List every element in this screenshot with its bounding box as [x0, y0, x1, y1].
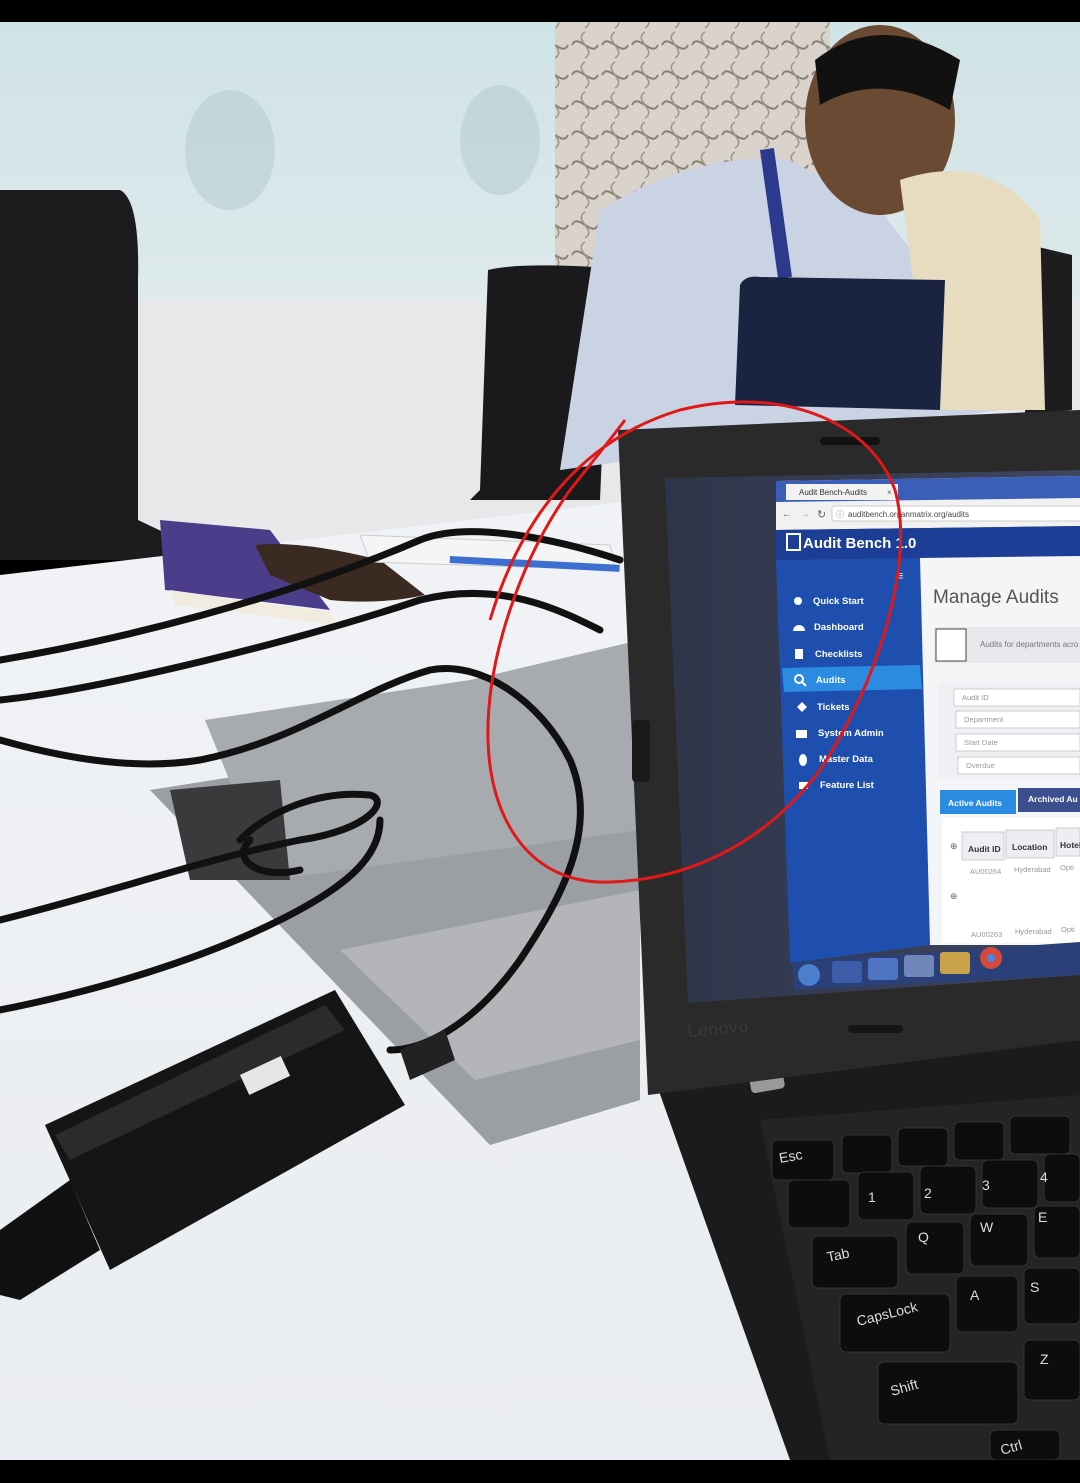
- sidebar-item-label: Quick Start: [813, 596, 865, 607]
- database-icon: [799, 754, 807, 766]
- sidebar-item-label: Checklists: [815, 649, 863, 660]
- sidebar-item-label: Tickets: [817, 702, 850, 713]
- key-4[interactable]: [1043, 1153, 1080, 1203]
- key-w[interactable]: [969, 1213, 1029, 1267]
- photo-scene: Esc Tab CapsLock Shift Ctrl Q W E A S Z …: [0, 0, 1080, 1483]
- key-q[interactable]: [905, 1221, 965, 1275]
- key-4-label: 4: [1040, 1169, 1048, 1185]
- table-cell: Opti: [1061, 925, 1075, 934]
- key-w-label: W: [980, 1219, 994, 1235]
- sidebar-item-label: Dashboard: [814, 622, 864, 633]
- reload-icon[interactable]: ↻: [817, 509, 826, 521]
- key-a[interactable]: [955, 1275, 1019, 1333]
- row-expand-icon[interactable]: ⊕: [950, 841, 958, 851]
- overdue-filter-placeholder: Overdue: [966, 761, 995, 770]
- table-cell: Hyderabad: [1014, 865, 1051, 874]
- key-z[interactable]: [1023, 1339, 1080, 1401]
- table-cell: AU00263: [971, 930, 1002, 939]
- outlook-icon[interactable]: [832, 961, 862, 983]
- key-s-label: S: [1030, 1279, 1039, 1295]
- start-date-filter-placeholder: Start Date: [964, 738, 998, 747]
- table-cell: AU00264: [970, 867, 1001, 876]
- sidebar-item-audits[interactable]: Audits: [782, 665, 922, 692]
- folder-icon[interactable]: [904, 955, 934, 977]
- key-1[interactable]: [857, 1171, 915, 1221]
- key-s[interactable]: [1023, 1267, 1080, 1325]
- department-filter-placeholder: Department: [964, 715, 1004, 724]
- row-expand-icon[interactable]: ⊕: [950, 891, 958, 901]
- browser-tab-title: Audit Bench-Audits: [799, 488, 867, 497]
- page-title: Manage Audits: [933, 587, 1059, 608]
- key-3[interactable]: [981, 1159, 1039, 1209]
- webcam: [820, 437, 880, 445]
- key-e-label: E: [1038, 1209, 1047, 1225]
- explorer-icon[interactable]: [940, 952, 970, 974]
- admin-icon: [796, 730, 807, 738]
- sidebar-item-label: System Admin: [818, 728, 884, 739]
- key-tab[interactable]: [811, 1235, 899, 1289]
- address-bar-url: auditbench.organmatrix.org/audits: [848, 510, 969, 519]
- info-icon: ⓘ: [836, 510, 844, 519]
- laptop-screen: Audit Bench-Audits × ← → ↻ ⓘ auditbench.…: [665, 470, 1080, 1003]
- key-1-label: 1: [868, 1189, 876, 1205]
- tab-archived-audits-label: Archived Au: [1028, 794, 1078, 804]
- table-header-audit-id: Audit ID: [968, 844, 1001, 854]
- tab-active-audits-label: Active Audits: [948, 798, 1002, 808]
- key-q-label: Q: [918, 1229, 929, 1245]
- audit-id-filter-placeholder: Audit ID: [962, 693, 989, 702]
- table-cell: Hyderabad: [1015, 927, 1052, 936]
- background-laptop: [735, 276, 945, 410]
- plus-circle-icon: [794, 597, 802, 605]
- back-icon[interactable]: ←: [782, 509, 792, 520]
- skype-icon[interactable]: [868, 958, 898, 980]
- key-z-label: Z: [1040, 1351, 1049, 1367]
- key-3-label: 3: [982, 1177, 990, 1193]
- sidebar-item-label: Feature List: [820, 780, 875, 791]
- key-2-label: 2: [924, 1185, 932, 1201]
- table-cell: Opti: [1060, 863, 1074, 872]
- table-header-location: Location: [1012, 842, 1047, 852]
- forward-icon[interactable]: →: [800, 509, 810, 520]
- key-a-label: A: [970, 1287, 980, 1303]
- start-button-icon[interactable]: [798, 964, 820, 986]
- sidebar-item-label: Audits: [816, 675, 846, 686]
- document-icon: [935, 628, 967, 662]
- tab-close-icon[interactable]: ×: [887, 488, 892, 497]
- clipboard-icon: [795, 649, 803, 659]
- info-panel-text: Audits for departments acro: [980, 640, 1079, 649]
- table-header-hotel: Hotel: [1060, 840, 1080, 850]
